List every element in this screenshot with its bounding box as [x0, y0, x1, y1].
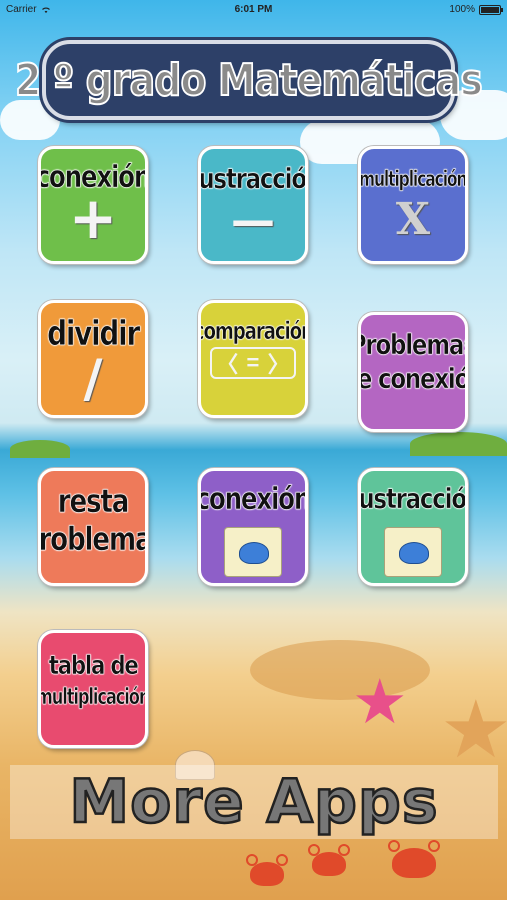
- tile-sustraccion[interactable]: sustracción —: [198, 146, 308, 264]
- times-icon: X: [395, 194, 431, 245]
- more-apps-button[interactable]: More Apps: [10, 765, 498, 839]
- minus-icon: —: [231, 195, 275, 246]
- starfish-icon: ★: [440, 685, 507, 774]
- tile-comparacion[interactable]: comparación 〈 = 〉: [198, 300, 308, 418]
- greater-than-icon: 〉: [267, 352, 290, 377]
- tile-conexion-puzzle[interactable]: conexión: [198, 468, 308, 586]
- status-bar: Carrier 6:01 PM 100%: [0, 0, 507, 20]
- page-title: 2 º grado Matemáticas: [14, 54, 484, 107]
- battery-fill: [481, 6, 499, 13]
- tile-tabla-de-multiplicacion[interactable]: tabla de multiplicación: [38, 630, 148, 748]
- equals-icon: =: [246, 350, 260, 375]
- fish-icon: [239, 542, 269, 564]
- tile-label: conexión: [38, 160, 148, 195]
- tile-resta-problemas[interactable]: resta problemas: [38, 468, 148, 586]
- starfish-icon: ★: [352, 668, 408, 737]
- crab-icon: [388, 840, 440, 878]
- divide-icon: /: [83, 349, 103, 409]
- tile-conexion[interactable]: conexión +: [38, 146, 148, 264]
- tile-multiplicacion[interactable]: multiplicación X: [358, 146, 468, 264]
- status-right: 100%: [449, 4, 503, 15]
- tile-problemas-de-conexion[interactable]: Problemas de conexión: [358, 312, 468, 432]
- more-apps-label: More Apps: [68, 766, 439, 839]
- tile-label-line2: de conexión: [358, 362, 468, 395]
- battery-icon: [479, 4, 503, 15]
- tile-label-line2: problemas: [38, 520, 145, 558]
- plus-icon: +: [68, 184, 118, 252]
- tile-label: multiplicación: [359, 167, 467, 191]
- status-time: 6:01 PM: [234, 4, 273, 15]
- battery-percent: 100%: [449, 4, 475, 15]
- island-decoration: [10, 440, 70, 458]
- tile-label: conexión: [198, 482, 308, 517]
- tile-sustraccion-puzzle[interactable]: sustracción: [358, 468, 468, 586]
- title-banner: 2 º grado Matemáticas: [14, 40, 484, 120]
- tile-label-line1: Problemas: [361, 328, 465, 361]
- comparison-icon: 〈 = 〉: [210, 347, 296, 379]
- crab-icon: [246, 854, 288, 886]
- puzzle-icon: [384, 527, 442, 577]
- tile-label: comparación: [198, 317, 308, 345]
- tile-label: dividir: [47, 314, 141, 354]
- fish-icon: [399, 542, 429, 564]
- less-than-icon: 〈: [216, 352, 239, 377]
- tile-label-line2: multiplicación: [38, 685, 148, 710]
- island-decoration: [410, 432, 507, 456]
- tile-label-line1: resta: [57, 482, 130, 520]
- puzzle-icon: [224, 527, 282, 577]
- crab-icon: [308, 844, 350, 876]
- tile-label: sustracción: [198, 162, 306, 195]
- tile-dividir[interactable]: dividir /: [38, 300, 148, 418]
- tile-label: sustracción: [358, 482, 466, 515]
- tile-label-line1: tabla de: [48, 651, 138, 681]
